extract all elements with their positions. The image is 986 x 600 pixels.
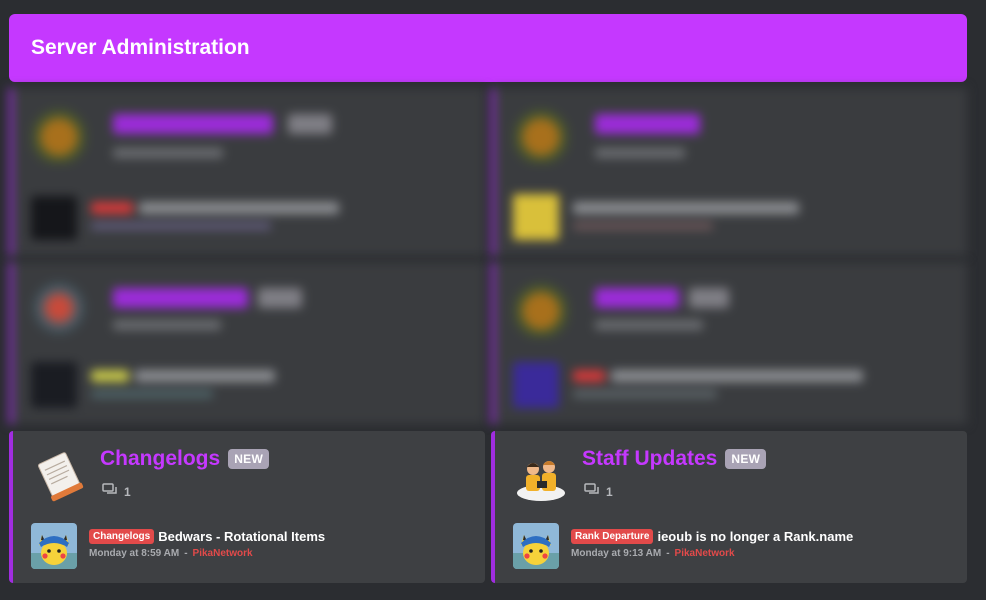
thread-time[interactable]: Monday at 9:13 AM: [571, 548, 661, 559]
document-icon: [31, 447, 87, 507]
forum-icon: [31, 278, 87, 338]
meta-separator: -: [184, 548, 188, 559]
latest-thread[interactable]: Rank Departure ieoub is no longer a Rank…: [513, 523, 853, 569]
forum-title[interactable]: Staff Updates: [582, 447, 717, 471]
avatar[interactable]: [31, 523, 77, 569]
new-badge: NEW: [725, 449, 767, 469]
forum-icon: [513, 278, 569, 338]
thread-prefix[interactable]: Rank Departure: [571, 529, 654, 544]
thread-stats: 1: [584, 483, 613, 500]
thread-title[interactable]: Bedwars - Rotational Items: [158, 529, 325, 544]
latest-thread[interactable]: Changelogs Bedwars - Rotational Items Mo…: [31, 523, 325, 569]
forum-card-blurred[interactable]: [9, 88, 485, 256]
forum-card-blurred[interactable]: [9, 262, 485, 424]
new-badge: NEW: [228, 449, 270, 469]
staff-group-icon: [513, 447, 569, 507]
thread-author[interactable]: PikaNetwork: [675, 548, 735, 559]
forum-card-blurred[interactable]: [491, 88, 967, 256]
avatar[interactable]: [513, 523, 559, 569]
meta-separator: -: [666, 548, 670, 559]
thread-author[interactable]: PikaNetwork: [193, 548, 253, 559]
section-header: Server Administration: [9, 14, 967, 82]
section-title: Server Administration: [31, 36, 250, 59]
thread-time[interactable]: Monday at 8:59 AM: [89, 548, 179, 559]
forum-title[interactable]: Changelogs: [100, 447, 220, 471]
forum-icon: [513, 104, 569, 164]
thread-stats: 1: [102, 483, 131, 500]
threads-icon: [102, 483, 118, 500]
forum-card-changelogs[interactable]: Changelogs NEW 1 Changelogs Bedwars - Ro…: [9, 431, 485, 583]
forum-card-blurred[interactable]: [491, 262, 967, 424]
forum-icon: [31, 104, 87, 164]
threads-icon: [584, 483, 600, 500]
thread-count: 1: [124, 484, 131, 499]
forum-card-staff-updates[interactable]: Staff Updates NEW 1 Rank Departure ieoub…: [491, 431, 967, 583]
thread-title[interactable]: ieoub is no longer a Rank.name: [657, 529, 853, 544]
thread-count: 1: [606, 484, 613, 499]
thread-prefix[interactable]: Changelogs: [89, 529, 155, 544]
